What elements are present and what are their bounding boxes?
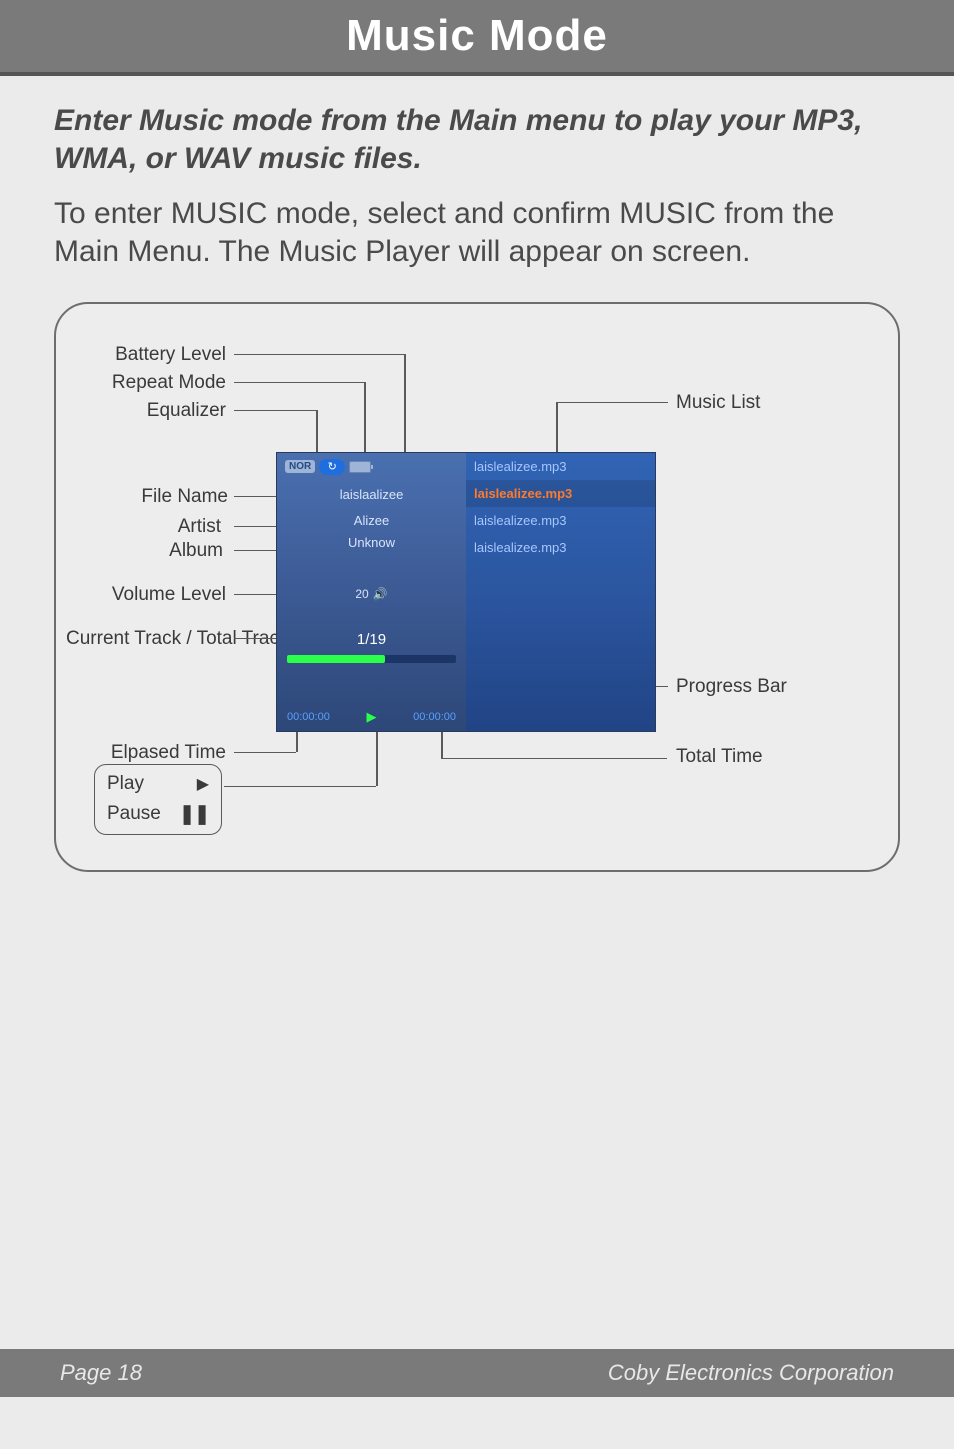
- label-volume: Volume Level: [91, 584, 226, 606]
- list-item: laislealizee.mp3: [466, 480, 655, 507]
- label-current-track: Current Track / Total Tracks: [66, 628, 221, 650]
- equalizer-badge: NOR: [285, 460, 315, 473]
- label-repeat: Repeat Mode: [96, 372, 226, 394]
- device-total: 00:00:00: [413, 711, 456, 723]
- label-album: Album: [148, 540, 223, 562]
- device-elapsed: 00:00:00: [287, 711, 330, 723]
- company-name: Coby Electronics Corporation: [608, 1360, 894, 1386]
- label-music-list: Music List: [676, 392, 760, 414]
- label-elapsed: Elpased Time: [96, 742, 226, 764]
- device-music-list: laislealizee.mp3 laislealizee.mp3 laisle…: [466, 453, 655, 731]
- label-filename: File Name: [118, 486, 228, 508]
- list-item: laislealizee.mp3: [466, 534, 655, 561]
- list-item: laislealizee.mp3: [466, 507, 655, 534]
- repeat-icon: ↻: [319, 459, 345, 475]
- label-total-time: Total Time: [676, 746, 763, 768]
- play-icon: ▶: [367, 709, 377, 725]
- device-filename: laislaalizee: [277, 487, 466, 502]
- device-progress-track: [287, 655, 456, 663]
- battery-icon: [349, 461, 371, 473]
- legend-box: Play ▶ Pause ❚❚: [94, 764, 222, 835]
- speaker-icon: 🔊: [373, 587, 388, 601]
- device-volume: 20 🔊: [277, 587, 466, 601]
- list-item: laislealizee.mp3: [466, 453, 655, 480]
- label-artist: Artist: [161, 516, 221, 538]
- label-progress: Progress Bar: [676, 676, 787, 698]
- title-bar: Music Mode: [0, 0, 954, 76]
- volume-value: 20: [355, 587, 368, 601]
- pause-icon: ❚❚: [179, 803, 209, 826]
- page-footer: Page 18 Coby Electronics Corporation: [0, 1349, 954, 1397]
- intro-body: To enter MUSIC mode, select and confirm …: [54, 195, 900, 272]
- intro-lead: Enter Music mode from the Main menu to p…: [54, 102, 900, 177]
- device-screenshot: NOR ↻ laislaalizee Alizee Unknow 20 🔊 1/…: [276, 452, 656, 732]
- label-equalizer: Equalizer: [126, 400, 226, 422]
- device-artist: Alizee: [277, 513, 466, 528]
- page-title: Music Mode: [346, 11, 608, 61]
- legend-pause-label: Pause: [107, 803, 161, 825]
- legend-play-label: Play: [107, 773, 144, 795]
- device-track-counter: 1/19: [277, 631, 466, 648]
- page-number: Page 18: [60, 1360, 142, 1386]
- device-album: Unknow: [277, 535, 466, 550]
- play-icon: ▶: [197, 774, 209, 794]
- diagram-container: Battery Level Repeat Mode Equalizer File…: [54, 302, 900, 872]
- label-battery: Battery Level: [101, 344, 226, 366]
- device-progress-fill: [287, 655, 385, 663]
